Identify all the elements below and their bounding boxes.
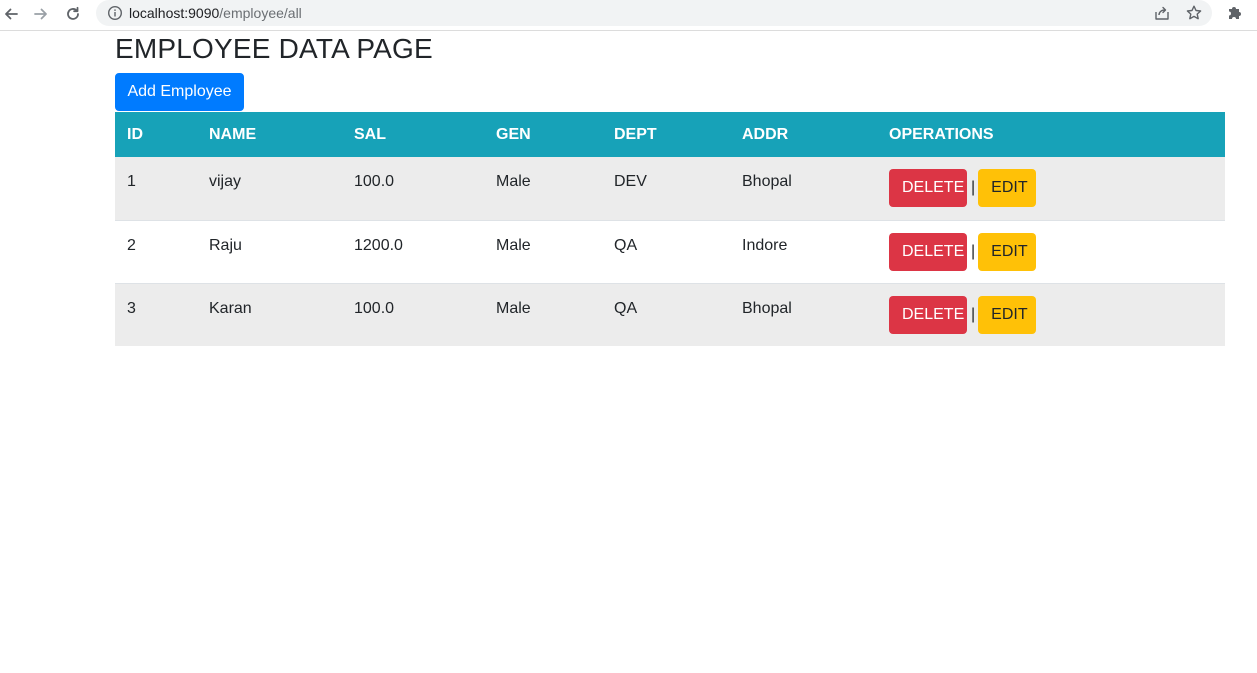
delete-button[interactable]: DELETE — [889, 169, 967, 207]
browser-toolbar: localhost:9090/employee/all — [0, 0, 1257, 31]
cell-name: Karan — [209, 299, 252, 317]
url-host: localhost:9090 — [129, 5, 220, 21]
page-title: EMPLOYEE DATA PAGE — [115, 33, 433, 64]
column-header-gender: GEN — [496, 125, 531, 143]
delete-button[interactable]: DELETE — [889, 295, 967, 334]
cell-address: Indore — [742, 236, 788, 254]
extensions-puzzle-icon[interactable] — [1226, 4, 1244, 27]
table-row: 3 Karan 100.0 Male QA Bhopal DELETE | EDIT — [115, 283, 1225, 346]
cell-id: 1 — [127, 173, 136, 190]
column-header-address: ADDR — [742, 125, 789, 143]
cell-salary: 1200.0 — [354, 236, 403, 254]
separator: | — [971, 242, 976, 260]
cell-name: Raju — [209, 236, 242, 254]
url-path: /employee/all — [219, 5, 302, 21]
cell-address: Bhopal — [742, 299, 792, 317]
forward-arrow-icon[interactable] — [30, 3, 52, 25]
edit-button[interactable]: EDIT — [978, 232, 1037, 271]
table-body: 1 vijay 100.0 Male DEV Bhopal DELETE | EDI… — [115, 157, 1225, 346]
separator: | — [971, 305, 976, 323]
cell-department: QA — [614, 299, 638, 317]
cell-gender: Male — [496, 299, 531, 317]
edit-button[interactable]: EDIT — [978, 295, 1037, 334]
table-row: 1 vijay 100.0 Male DEV Bhopal DELETE | EDI… — [115, 157, 1225, 220]
column-header-salary: SAL — [354, 125, 386, 143]
cell-department: DEV — [614, 173, 647, 190]
url-text[interactable]: localhost:9090/employee/all — [129, 4, 302, 22]
cell-operations: DELETE | EDIT — [877, 220, 1225, 283]
add-employee-button[interactable]: Add Employee — [115, 73, 244, 111]
site-info-icon[interactable] — [107, 5, 123, 21]
column-header-id: ID — [127, 125, 143, 143]
table-header: ID NAME SAL GEN DEPT ADDR OPERATIONS — [115, 112, 1225, 157]
table-row: 2 Raju 1200.0 Male QA Indore DELETE | EDIT — [115, 220, 1225, 283]
column-header-operations: OPERATIONS — [889, 125, 994, 143]
edit-button[interactable]: EDIT — [978, 169, 1037, 207]
cell-gender: Male — [496, 173, 531, 190]
column-header-department: DEPT — [614, 125, 657, 143]
column-header-name: NAME — [209, 125, 257, 143]
cell-salary: 100.0 — [354, 173, 395, 190]
table-header-row: ID NAME SAL GEN DEPT ADDR OPERATIONS — [115, 112, 1225, 157]
back-arrow-icon[interactable] — [0, 3, 22, 25]
cell-name: vijay — [209, 173, 242, 190]
cell-id: 3 — [127, 299, 136, 317]
employee-table: ID NAME SAL GEN DEPT ADDR OPERATIONS 1 v… — [115, 112, 1225, 346]
cell-salary: 100.0 — [354, 299, 395, 317]
cell-operations: DELETE | EDIT — [877, 283, 1225, 346]
cell-department: QA — [614, 236, 638, 254]
delete-button[interactable]: DELETE — [889, 232, 967, 271]
share-icon[interactable] — [1153, 4, 1171, 27]
cell-gender: Male — [496, 236, 531, 254]
separator: | — [971, 179, 976, 196]
bookmark-star-icon[interactable] — [1185, 4, 1203, 27]
address-bar[interactable]: localhost:9090/employee/all — [96, 0, 1212, 26]
cell-id: 2 — [127, 236, 136, 254]
reload-icon[interactable] — [62, 3, 84, 25]
cell-operations: DELETE | EDIT — [877, 157, 1225, 220]
cell-address: Bhopal — [742, 173, 792, 190]
